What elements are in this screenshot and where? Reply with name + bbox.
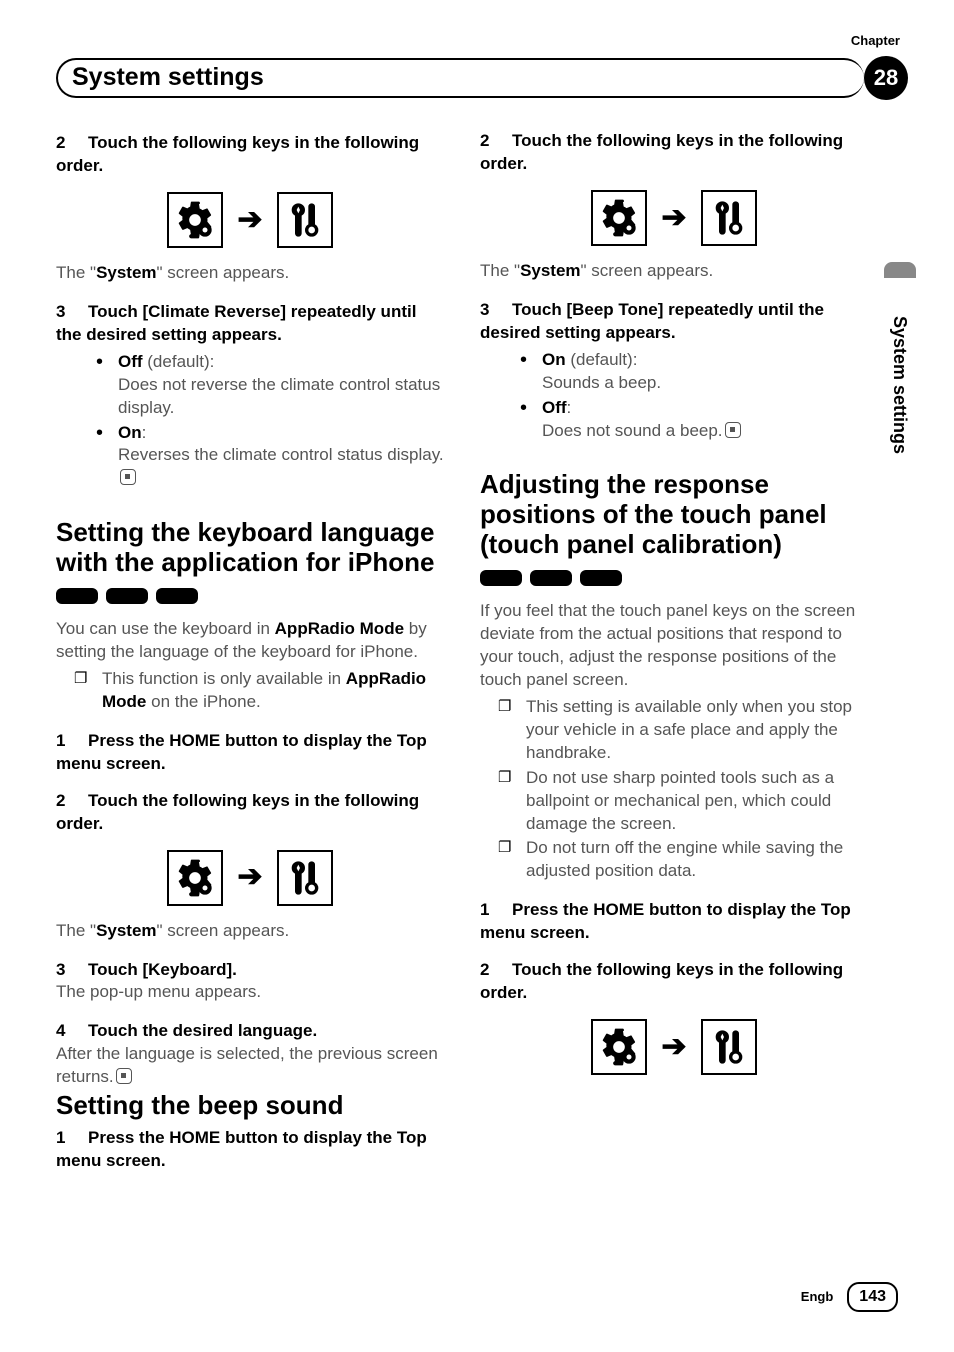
pill-icon [106, 588, 148, 604]
pill-icon [530, 570, 572, 586]
footer-page: 143 [847, 1282, 898, 1312]
page-title: System settings [56, 58, 864, 98]
content-columns: 2Touch the following keys in the followi… [56, 130, 868, 1262]
step-3-head: 3Touch [Climate Reverse] repeatedly unti… [56, 301, 444, 347]
step-2-head: 2Touch the following keys in the followi… [56, 132, 444, 178]
kbd-step-3-desc: The pop-up menu appears. [56, 981, 444, 1004]
arrow-right-icon: ➔ [661, 1027, 686, 1068]
note-engine: Do not turn off the engine while saving … [498, 837, 868, 883]
arrow-right-icon: ➔ [237, 857, 262, 898]
chapter-badge: 28 [864, 56, 908, 100]
arrow-right-icon: ➔ [237, 200, 262, 241]
wrench-icon [701, 1019, 757, 1075]
section-keyboard-title: Setting the keyboard language with the a… [56, 518, 444, 578]
wrench-icon [277, 850, 333, 906]
beep-step-3: 3Touch [Beep Tone] repeatedly until the … [480, 299, 868, 345]
system-caption: The "System" screen appears. [56, 920, 444, 943]
option-off: Off: Does not sound a beep. [520, 397, 868, 443]
kbd-step-2: 2Touch the following keys in the followi… [56, 790, 444, 836]
beep-step-1: 1Press the HOME button to display the To… [56, 1127, 444, 1173]
cal-step-2: 2Touch the following keys in the followi… [480, 959, 868, 1005]
system-caption: The "System" screen appears. [480, 260, 868, 283]
settings-gear-icon [591, 1019, 647, 1075]
icon-sequence: ➔ [56, 192, 444, 248]
pill-icon [580, 570, 622, 586]
kbd-step-4-desc: After the language is selected, the prev… [56, 1043, 444, 1089]
option-on: On: Reverses the climate control status … [96, 422, 444, 491]
kbd-step-3: 3Touch [Keyboard]. [56, 959, 444, 982]
pill-icon [56, 588, 98, 604]
note-appradio: This function is only available in AppRa… [74, 668, 444, 714]
pill-icon [480, 570, 522, 586]
model-pills [480, 570, 868, 586]
settings-gear-icon [167, 192, 223, 248]
section-beep-title: Setting the beep sound [56, 1091, 444, 1121]
pill-icon [156, 588, 198, 604]
note-safe-place: This setting is available only when you … [498, 696, 868, 765]
arrow-right-icon: ➔ [661, 198, 686, 239]
calibration-desc: If you feel that the touch panel keys on… [480, 600, 868, 692]
model-pills [56, 588, 444, 604]
icon-sequence: ➔ [56, 850, 444, 906]
settings-gear-icon [167, 850, 223, 906]
page-footer: Engb 143 [801, 1282, 898, 1312]
end-icon [120, 469, 136, 485]
option-off: Off (default): Does not reverse the clim… [96, 351, 444, 420]
kbd-step-1: 1Press the HOME button to display the To… [56, 730, 444, 776]
side-tab: System settings [884, 280, 916, 490]
wrench-icon [701, 190, 757, 246]
side-tab-cap [884, 262, 916, 278]
system-caption: The "System" screen appears. [56, 262, 444, 285]
end-icon [116, 1068, 132, 1084]
beep-step-2: 2Touch the following keys in the followi… [480, 130, 868, 176]
keyboard-desc: You can use the keyboard in AppRadio Mod… [56, 618, 444, 664]
icon-sequence: ➔ [480, 190, 868, 246]
kbd-step-4: 4Touch the desired language. [56, 1020, 444, 1043]
cal-step-1: 1Press the HOME button to display the To… [480, 899, 868, 945]
end-icon [725, 422, 741, 438]
section-calibration-title: Adjusting the response positions of the … [480, 470, 868, 560]
note-sharp-tools: Do not use sharp pointed tools such as a… [498, 767, 868, 836]
option-on: On (default): Sounds a beep. [520, 349, 868, 395]
footer-lang: Engb [801, 1288, 834, 1306]
settings-gear-icon [591, 190, 647, 246]
chapter-label: Chapter [851, 32, 900, 50]
icon-sequence: ➔ [480, 1019, 868, 1075]
wrench-icon [277, 192, 333, 248]
